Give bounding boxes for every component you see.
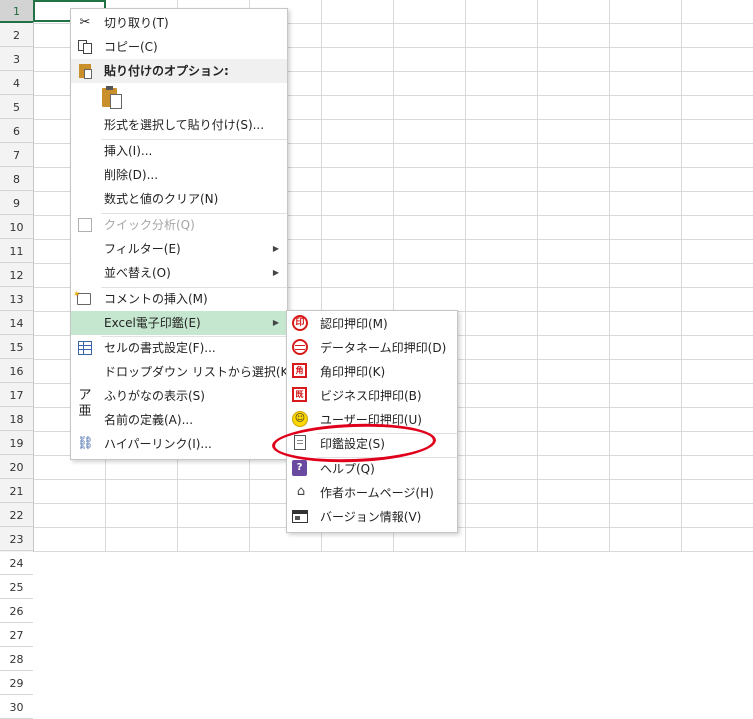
menu-item-cut[interactable]: ✂ 切り取り(T) bbox=[71, 11, 287, 35]
submenu-item-seal-approval[interactable]: 印 認印押印(M) bbox=[287, 312, 457, 336]
row-header[interactable]: 24 bbox=[0, 552, 33, 575]
row-header[interactable]: 19 bbox=[0, 432, 33, 455]
row-header[interactable]: 1 bbox=[0, 0, 33, 23]
row-header[interactable]: 4 bbox=[0, 72, 33, 95]
menu-item-insert-comment[interactable]: コメントの挿入(M) bbox=[71, 287, 287, 311]
menu-item-label: 並べ替え(O) bbox=[104, 266, 171, 280]
menu-item-label: 角印押印(K) bbox=[320, 365, 386, 379]
row-header[interactable]: 25 bbox=[0, 576, 33, 599]
quick-analysis-icon bbox=[77, 217, 93, 233]
menu-item-excel-seal[interactable]: Excel電子印鑑(E) ▶ bbox=[71, 311, 287, 335]
row-headers: 1 2 3 4 5 6 7 8 9 10 11 12 13 14 15 16 17 18 19 20 21 22 23 24 2… bbox=[0, 0, 34, 719]
row-header[interactable]: 11 bbox=[0, 240, 33, 263]
row-header[interactable]: 18 bbox=[0, 408, 33, 431]
new-comment-icon bbox=[73, 287, 93, 307]
help-book-icon: ? bbox=[292, 460, 310, 478]
submenu-item-author-homepage[interactable]: ⌂ 作者ホームページ(H) bbox=[287, 481, 457, 505]
round-seal-icon: 印 bbox=[292, 315, 310, 333]
version-info-icon bbox=[292, 508, 310, 526]
context-menu: ✂ 切り取り(T) コピー(C) 貼り付けのオプション: 形式を選択して貼り付け… bbox=[70, 8, 305, 460]
row-header[interactable]: 21 bbox=[0, 480, 33, 503]
square-seal-icon: 角 bbox=[292, 363, 310, 381]
menu-item-quick-analysis: クイック分析(Q) bbox=[71, 213, 287, 237]
date-seal-icon bbox=[292, 339, 310, 357]
row-header[interactable]: 5 bbox=[0, 96, 33, 119]
excel-seal-submenu: 印 認印押印(M) データネーム印押印(D) 角 角印押印(K) 既 ビジネス印… bbox=[286, 310, 458, 533]
paste-option-button[interactable] bbox=[102, 85, 124, 111]
row-header[interactable]: 26 bbox=[0, 600, 33, 623]
menu-item-label: 挿入(I)... bbox=[104, 144, 153, 158]
menu-item-label: クイック分析(Q) bbox=[104, 218, 195, 232]
menu-item-label: コメントの挿入(M) bbox=[104, 292, 208, 306]
row-header[interactable]: 3 bbox=[0, 48, 33, 71]
menu-item-clear-contents[interactable]: 数式と値のクリア(N) bbox=[71, 187, 287, 211]
smiley-icon: ☺ bbox=[292, 411, 310, 429]
submenu-item-seal-dataname[interactable]: データネーム印押印(D) bbox=[287, 336, 457, 360]
menu-item-sort[interactable]: 並べ替え(O) ▶ bbox=[71, 261, 287, 285]
menu-item-label: 名前の定義(A)... bbox=[104, 413, 194, 427]
menu-item-label: ビジネス印押印(B) bbox=[320, 389, 422, 403]
hyperlink-icon: ⛓ bbox=[77, 436, 94, 451]
menu-item-label: コピー(C) bbox=[104, 40, 158, 54]
menu-item-paste-special[interactable]: 形式を選択して貼り付け(S)... bbox=[71, 113, 287, 137]
row-header[interactable]: 27 bbox=[0, 624, 33, 647]
menu-item-show-phonetic[interactable]: ア亜 ふりがなの表示(S) bbox=[71, 384, 287, 419]
row-header[interactable]: 10 bbox=[0, 216, 33, 239]
menu-item-label: バージョン情報(V) bbox=[320, 510, 422, 524]
row-header[interactable]: 8 bbox=[0, 168, 33, 191]
row-header[interactable]: 22 bbox=[0, 504, 33, 527]
row-header[interactable]: 7 bbox=[0, 144, 33, 167]
menu-item-hyperlink[interactable]: ⛓ ハイパーリンク(I)... bbox=[71, 432, 287, 456]
menu-item-delete[interactable]: 削除(D)... bbox=[71, 163, 287, 187]
menu-item-format-cells[interactable]: セルの書式設定(F)... bbox=[71, 336, 287, 360]
submenu-item-seal-business[interactable]: 既 ビジネス印押印(B) bbox=[287, 384, 457, 408]
row-header[interactable]: 23 bbox=[0, 528, 33, 551]
menu-item-label: 形式を選択して貼り付け(S)... bbox=[104, 118, 265, 132]
menu-item-label: 削除(D)... bbox=[104, 168, 159, 182]
row-header[interactable]: 16 bbox=[0, 360, 33, 383]
menu-item-label: ハイパーリンク(I)... bbox=[104, 437, 212, 451]
submenu-arrow-icon: ▶ bbox=[272, 244, 279, 253]
row-header[interactable]: 13 bbox=[0, 288, 33, 311]
business-seal-icon: 既 bbox=[292, 387, 310, 405]
menu-item-label: フィルター(E) bbox=[104, 242, 181, 256]
clipboard-icon bbox=[77, 63, 93, 79]
submenu-item-seal-square[interactable]: 角 角印押印(K) bbox=[287, 360, 457, 384]
copy-icon bbox=[77, 39, 93, 55]
row-header[interactable]: 20 bbox=[0, 456, 33, 479]
row-header[interactable]: 6 bbox=[0, 120, 33, 143]
row-header[interactable]: 30 bbox=[0, 696, 33, 719]
menu-item-insert[interactable]: 挿入(I)... bbox=[71, 139, 287, 163]
home-icon: ⌂ bbox=[296, 484, 306, 499]
format-cells-icon bbox=[77, 340, 93, 356]
row-header[interactable]: 12 bbox=[0, 264, 33, 287]
menu-item-label: データネーム印押印(D) bbox=[320, 341, 447, 355]
menu-item-label: 切り取り(T) bbox=[104, 16, 169, 30]
menu-item-define-name[interactable]: 名前の定義(A)... bbox=[71, 408, 287, 432]
row-header[interactable]: 17 bbox=[0, 384, 33, 407]
submenu-item-version-info[interactable]: バージョン情報(V) bbox=[287, 505, 457, 529]
row-header[interactable]: 9 bbox=[0, 192, 33, 215]
menu-item-label: セルの書式設定(F)... bbox=[104, 341, 216, 355]
menu-item-label: 数式と値のクリア(N) bbox=[104, 192, 219, 206]
menu-item-pick-from-dropdown[interactable]: ドロップダウン リストから選択(K)... bbox=[71, 360, 305, 384]
scissors-icon: ✂ bbox=[79, 15, 91, 30]
row-header[interactable]: 14 bbox=[0, 312, 33, 335]
menu-item-label: Excel電子印鑑(E) bbox=[104, 316, 201, 330]
row-header[interactable]: 15 bbox=[0, 336, 33, 359]
menu-item-label: ドロップダウン リストから選択(K)... bbox=[104, 365, 305, 379]
menu-item-copy[interactable]: コピー(C) bbox=[71, 35, 287, 59]
menu-item-label: ふりがなの表示(S) bbox=[104, 389, 205, 403]
row-header[interactable]: 28 bbox=[0, 648, 33, 671]
paste-options-header: 貼り付けのオプション: bbox=[71, 59, 287, 83]
row-header[interactable]: 29 bbox=[0, 672, 33, 695]
menu-item-label: 認印押印(M) bbox=[320, 317, 388, 331]
menu-item-label: 作者ホームページ(H) bbox=[320, 486, 434, 500]
menu-item-filter[interactable]: フィルター(E) ▶ bbox=[71, 237, 287, 261]
submenu-arrow-icon: ▶ bbox=[272, 268, 279, 277]
phonetic-guide-icon: ア亜 bbox=[78, 388, 92, 419]
submenu-arrow-icon: ▶ bbox=[272, 318, 279, 327]
row-header[interactable]: 2 bbox=[0, 24, 33, 47]
